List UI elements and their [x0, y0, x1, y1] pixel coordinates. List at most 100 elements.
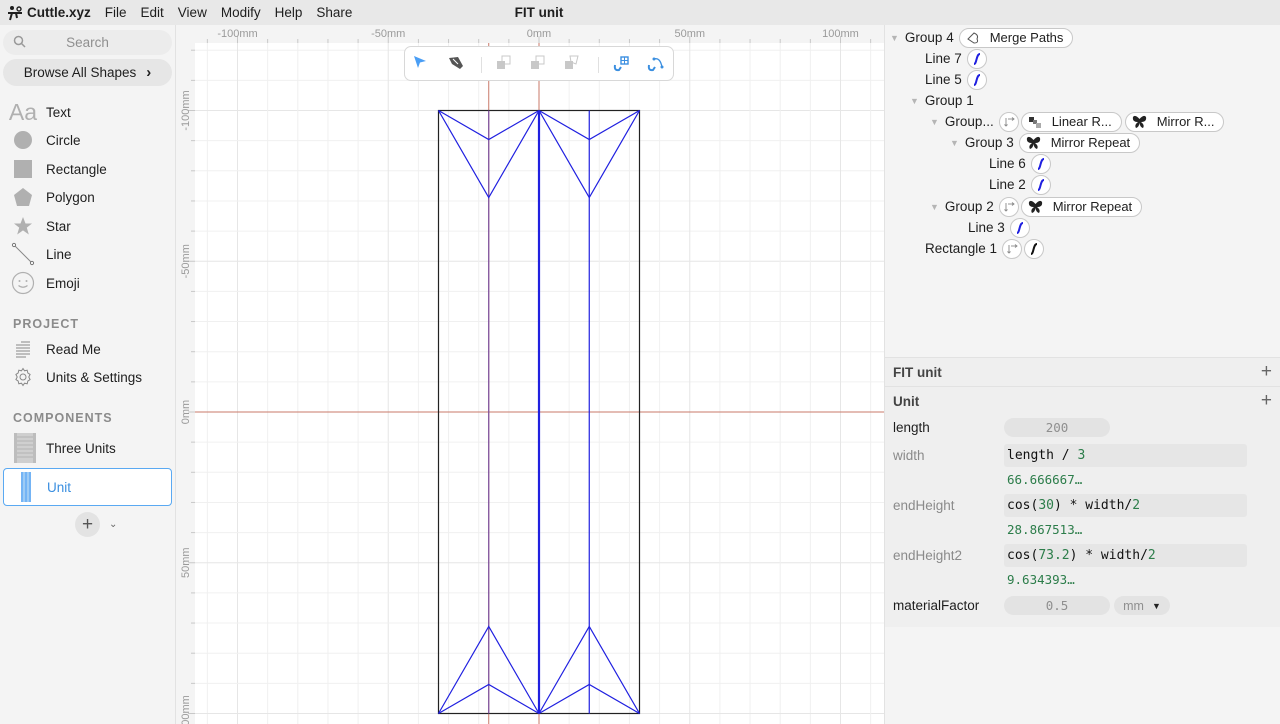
layer-name[interactable]: Line 6	[989, 156, 1026, 171]
bring-forward-icon[interactable]	[530, 55, 550, 75]
modifier-label: Linear R...	[1051, 114, 1112, 129]
layer-row[interactable]: Line 5	[925, 69, 989, 90]
transform-chip-icon[interactable]	[998, 196, 1019, 217]
layer-row[interactable]: ▼ Group... Linear R... Mirror R...	[930, 111, 1227, 132]
transform-chip-icon[interactable]	[1002, 238, 1023, 259]
stroke-chip-icon[interactable]	[966, 69, 987, 90]
param-expression-endheight2[interactable]: cos(73.2) * width/2	[1004, 544, 1247, 567]
layer-name[interactable]: Line 2	[989, 177, 1026, 192]
project-item-units-settings[interactable]: Units & Settings	[0, 363, 176, 391]
layer-row[interactable]: Line 7	[925, 48, 989, 69]
search-box[interactable]	[3, 30, 172, 55]
project-item-read-me[interactable]: Read Me	[0, 335, 176, 363]
stroke-chip-icon[interactable]	[1009, 217, 1030, 238]
layer-row[interactable]: ▼ Group 3 Mirror Repeat	[950, 132, 1143, 153]
transform-chip-icon[interactable]	[998, 111, 1019, 132]
shape-item-emoji[interactable]: Emoji	[0, 269, 176, 297]
disclosure-triangle-icon[interactable]: ▼	[890, 33, 899, 43]
param-input-length[interactable]: 200	[1004, 418, 1110, 437]
disclosure-triangle-icon[interactable]: ▼	[950, 138, 959, 148]
pen-tool-icon[interactable]	[447, 55, 467, 75]
stroke-chip-icon[interactable]	[1030, 174, 1051, 195]
add-parameter-button[interactable]: +	[1261, 390, 1272, 412]
ruler-label-y: 50mm	[180, 547, 192, 578]
shape-label: Text	[46, 104, 71, 120]
send-backward-icon[interactable]	[496, 55, 516, 75]
layer-name[interactable]: Group...	[945, 114, 994, 129]
canvas[interactable]: -100mm -100mm -50mm -50mm 0mm 0mm 50mm 50mm 100m…	[177, 25, 884, 724]
param-expression-width[interactable]: length / 3	[1004, 444, 1247, 467]
add-component-button[interactable]: +	[75, 512, 100, 537]
layer-row[interactable]: Line 6	[989, 153, 1053, 174]
ruler-label-x: -50mm	[371, 28, 405, 40]
layer-row[interactable]: Line 2	[989, 174, 1053, 195]
param-input-materialfactor[interactable]: 0.5	[1004, 596, 1110, 615]
layer-name[interactable]: Group 3	[965, 135, 1014, 150]
layer-row[interactable]: ▼ Group 1	[910, 90, 979, 111]
layer-name[interactable]: Line 7	[925, 51, 962, 66]
shape-label: Polygon	[46, 189, 95, 205]
search-input[interactable]	[3, 35, 172, 50]
ruler-label-y: -50mm	[180, 244, 192, 278]
menu-help[interactable]: Help	[275, 5, 303, 20]
layer-name[interactable]: Group 2	[945, 199, 994, 214]
parameters-section-unit[interactable]: Unit +	[885, 386, 1280, 415]
component-three-units[interactable]: Three Units	[3, 429, 172, 467]
app-logo[interactable]: Cuttle.xyz	[7, 5, 91, 21]
shape-item-polygon[interactable]: Polygon	[0, 183, 176, 211]
text-icon: Aa	[8, 98, 38, 125]
ruler-label-x: 100mm	[822, 28, 859, 40]
shape-item-text[interactable]: Aa Text	[0, 98, 176, 126]
modifier-chip[interactable]: Merge Paths	[958, 27, 1074, 48]
param-expression-endheight[interactable]: cos(30) * width/2	[1004, 494, 1247, 517]
shape-item-rectangle[interactable]: Rectangle	[0, 155, 176, 183]
disclosure-triangle-icon[interactable]: ▼	[910, 96, 919, 106]
add-parameter-button[interactable]: +	[1261, 361, 1272, 383]
transform-icon[interactable]	[564, 55, 584, 75]
layer-name[interactable]: Rectangle 1	[925, 241, 997, 256]
param-result-endheight2: 9.634393…	[1007, 572, 1075, 587]
layer-name[interactable]: Line 3	[968, 220, 1005, 235]
menu-modify[interactable]: Modify	[221, 5, 261, 20]
chevron-down-icon[interactable]: ⌄	[109, 519, 117, 530]
browse-all-shapes-button[interactable]: Browse All Shapes ›	[3, 59, 172, 86]
emoji-icon	[0, 271, 46, 295]
shape-item-line[interactable]: Line	[0, 240, 176, 268]
parameters-section-fit-unit[interactable]: FIT unit +	[885, 357, 1280, 386]
modifier-label: Mirror Repeat	[1052, 199, 1133, 214]
stroke-chip-icon[interactable]	[966, 48, 987, 69]
menu-edit[interactable]: Edit	[141, 5, 164, 20]
shape-item-circle[interactable]: Circle	[0, 126, 176, 154]
path-modifier-icon[interactable]	[646, 55, 666, 75]
modifier-chip[interactable]: Mirror R...	[1124, 111, 1225, 132]
menu-file[interactable]: File	[105, 5, 127, 20]
layer-row[interactable]: Rectangle 1	[925, 238, 1046, 259]
menu-view[interactable]: View	[178, 5, 207, 20]
layer-row[interactable]: Line 3	[968, 217, 1032, 238]
repeat-modifier-icon[interactable]	[612, 55, 632, 75]
modifier-chip[interactable]: Mirror Repeat	[1020, 196, 1143, 217]
toolbar-divider	[481, 57, 482, 73]
unit-select[interactable]: mm ▼	[1114, 596, 1170, 615]
layer-row[interactable]: ▼ Group 4 Merge Paths	[890, 27, 1076, 48]
layer-name[interactable]: Line 5	[925, 72, 962, 87]
menu-share[interactable]: Share	[316, 5, 352, 20]
modifier-chip[interactable]: Linear R...	[1020, 111, 1122, 132]
stroke-chip-icon[interactable]	[1030, 153, 1051, 174]
component-label: Three Units	[46, 440, 116, 456]
layer-name[interactable]: Group 1	[925, 93, 974, 108]
polygon-icon	[0, 187, 46, 207]
disclosure-triangle-icon[interactable]: ▼	[930, 117, 939, 127]
layer-row[interactable]: ▼ Group 2 Mirror Repeat	[930, 196, 1145, 217]
component-unit[interactable]: Unit	[3, 468, 172, 506]
canvas-drawing[interactable]: -100mm -100mm -50mm -50mm 0mm 0mm 50mm 50mm 100m…	[177, 25, 884, 724]
select-tool-icon[interactable]	[413, 55, 433, 75]
expr-number: 30	[1038, 498, 1054, 513]
shape-item-star[interactable]: Star	[0, 212, 176, 240]
layer-name[interactable]: Group 4	[905, 30, 954, 45]
modifier-chip[interactable]: Mirror Repeat	[1018, 132, 1141, 153]
disclosure-triangle-icon[interactable]: ▼	[930, 202, 939, 212]
browse-label: Browse All Shapes	[23, 65, 137, 80]
butterfly-icon	[1028, 200, 1048, 214]
stroke-chip-icon[interactable]	[1024, 238, 1045, 259]
